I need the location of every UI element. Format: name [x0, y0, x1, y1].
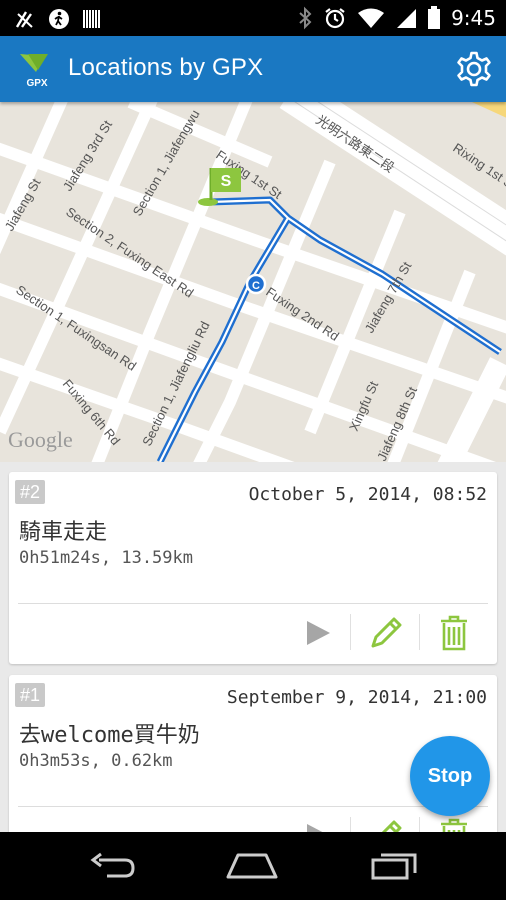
recents-icon	[371, 853, 417, 880]
start-marker-label: S	[221, 173, 232, 190]
current-location-icon[interactable]: C	[245, 273, 267, 295]
pencil-icon	[381, 820, 402, 832]
record-index-badge: #2	[15, 480, 45, 504]
record-index-badge: #1	[15, 683, 45, 707]
record-summary: 0h51m24s, 13.59km	[19, 548, 193, 568]
navigation-bar	[0, 832, 506, 900]
back-button[interactable]	[82, 848, 142, 884]
status-bar: 9:45	[0, 0, 506, 36]
map-attribution: Google	[8, 427, 73, 452]
no-signal-icon	[15, 11, 33, 28]
record-actions	[9, 807, 497, 832]
recents-button[interactable]	[364, 848, 424, 884]
divider	[350, 614, 351, 650]
list-item[interactable]: #2 October 5, 2014, 08:52 騎車走走 0h51m24s,…	[9, 472, 497, 664]
divider	[350, 817, 351, 832]
wifi-icon	[358, 8, 385, 28]
barcode-icon	[83, 10, 100, 28]
edit-button[interactable]	[361, 815, 411, 832]
walking-icon	[49, 9, 69, 29]
home-button[interactable]	[222, 848, 282, 884]
map-view[interactable]: Jiafeng 3rd St Section 1, Jiafengwu Fuxi…	[0, 102, 506, 462]
trash-icon	[441, 615, 467, 651]
play-button[interactable]	[293, 612, 343, 654]
home-icon	[226, 853, 278, 879]
record-summary: 0h3m53s, 0.62km	[19, 751, 173, 771]
app-bar: GPX Locations by GPX	[0, 36, 506, 102]
gear-icon[interactable]	[454, 49, 494, 89]
app-title: Locations by GPX	[68, 54, 264, 81]
stop-button[interactable]: Stop	[410, 736, 490, 816]
cell-signal-icon	[397, 9, 417, 28]
map-canvas[interactable]: Jiafeng 3rd St Section 1, Jiafengwu Fuxi…	[0, 102, 506, 462]
play-button[interactable]	[293, 815, 343, 832]
record-name: 騎車走走	[19, 520, 108, 545]
trash-icon	[441, 818, 467, 832]
delete-button[interactable]	[429, 612, 479, 654]
battery-icon	[428, 6, 441, 29]
app-logo-icon: GPX	[20, 54, 48, 89]
play-icon	[307, 824, 323, 832]
pencil-icon	[371, 617, 402, 648]
alarm-icon	[325, 8, 345, 29]
current-marker-label: C	[252, 280, 260, 292]
record-actions	[9, 604, 497, 660]
play-icon	[307, 621, 330, 645]
back-icon	[90, 852, 135, 878]
record-name: 去welcome買牛奶	[19, 723, 200, 748]
divider	[419, 817, 420, 832]
record-date: October 5, 2014, 08:52	[248, 484, 487, 505]
clock: 9:45	[451, 6, 496, 30]
record-date: September 9, 2014, 21:00	[226, 687, 487, 708]
logo-text: GPX	[26, 78, 47, 89]
bluetooth-icon	[299, 6, 312, 30]
divider	[419, 614, 420, 650]
edit-button[interactable]	[361, 612, 411, 654]
delete-button[interactable]	[429, 815, 479, 832]
